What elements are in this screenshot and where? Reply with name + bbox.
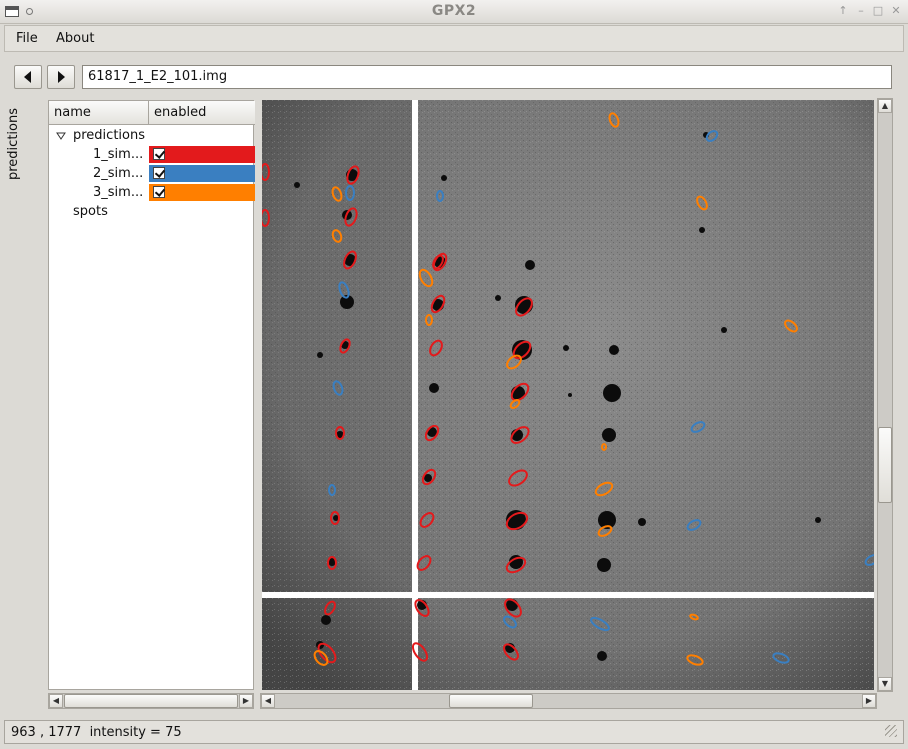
scroll-thumb[interactable]	[449, 694, 533, 708]
diffraction-image-view[interactable]	[262, 100, 874, 690]
expand-arrow-icon[interactable]	[56, 132, 66, 140]
predictions-side-tab[interactable]: predictions	[4, 98, 48, 188]
side-tab-label: predictions	[6, 108, 21, 180]
scroll-right-arrow-icon[interactable]: ▶	[862, 694, 876, 708]
triangle-left-icon	[24, 71, 31, 83]
scroll-thumb[interactable]	[64, 694, 238, 708]
previous-image-button[interactable]	[14, 65, 42, 89]
enabled-checkbox[interactable]	[153, 167, 165, 179]
diffraction-image[interactable]	[262, 100, 874, 690]
color-swatch-red[interactable]	[149, 146, 255, 163]
minimize-icon[interactable]: –	[854, 4, 868, 18]
pixel-intensity: intensity = 75	[89, 725, 182, 740]
column-header-enabled[interactable]: enabled	[149, 101, 255, 125]
cursor-coordinates: 963 , 1777	[11, 725, 82, 740]
color-swatch-orange[interactable]	[149, 184, 255, 201]
tree-root-predictions[interactable]: predictions	[73, 128, 145, 143]
menu-file[interactable]: File	[16, 31, 38, 46]
resize-grip-icon[interactable]	[885, 725, 897, 737]
title-bar: GPX2 ↑ – □ ✕	[0, 0, 908, 24]
column-header-name[interactable]: name	[49, 101, 149, 125]
triangle-right-icon	[58, 71, 65, 83]
tree-item-label[interactable]: 1_sim...	[93, 147, 143, 162]
scroll-down-arrow-icon[interactable]: ▼	[878, 677, 892, 691]
enabled-checkbox[interactable]	[153, 148, 165, 160]
status-bar: 963 , 1777 intensity = 75	[4, 720, 904, 744]
color-swatch-blue[interactable]	[149, 165, 255, 182]
scroll-left-arrow-icon[interactable]: ◀	[49, 694, 63, 708]
tree-horizontal-scrollbar[interactable]: ◀ ▶	[48, 693, 254, 709]
tree-item-spots[interactable]: spots	[73, 204, 108, 219]
filename-field[interactable]: 61817_1_E2_101.img	[82, 65, 892, 89]
image-horizontal-scrollbar[interactable]: ◀ ▶	[260, 693, 877, 709]
scroll-right-arrow-icon[interactable]: ▶	[239, 694, 253, 708]
prediction-tree: name enabled predictions 1_sim... 2_sim.…	[48, 100, 255, 690]
maximize-up-icon[interactable]: ↑	[836, 4, 850, 18]
enabled-checkbox[interactable]	[153, 186, 165, 198]
tree-item-label[interactable]: 3_sim...	[93, 185, 143, 200]
restore-icon[interactable]: □	[871, 4, 885, 18]
close-icon[interactable]: ✕	[889, 4, 903, 18]
scroll-left-arrow-icon[interactable]: ◀	[261, 694, 275, 708]
window-title: GPX2	[431, 3, 477, 19]
menu-bar: File About	[4, 25, 904, 52]
tree-item-label[interactable]: 2_sim...	[93, 166, 143, 181]
next-image-button[interactable]	[47, 65, 75, 89]
menu-about[interactable]: About	[56, 31, 94, 46]
scroll-up-arrow-icon[interactable]: ▲	[878, 99, 892, 113]
scroll-thumb[interactable]	[878, 427, 892, 503]
image-vertical-scrollbar[interactable]: ▲ ▼	[877, 98, 893, 692]
